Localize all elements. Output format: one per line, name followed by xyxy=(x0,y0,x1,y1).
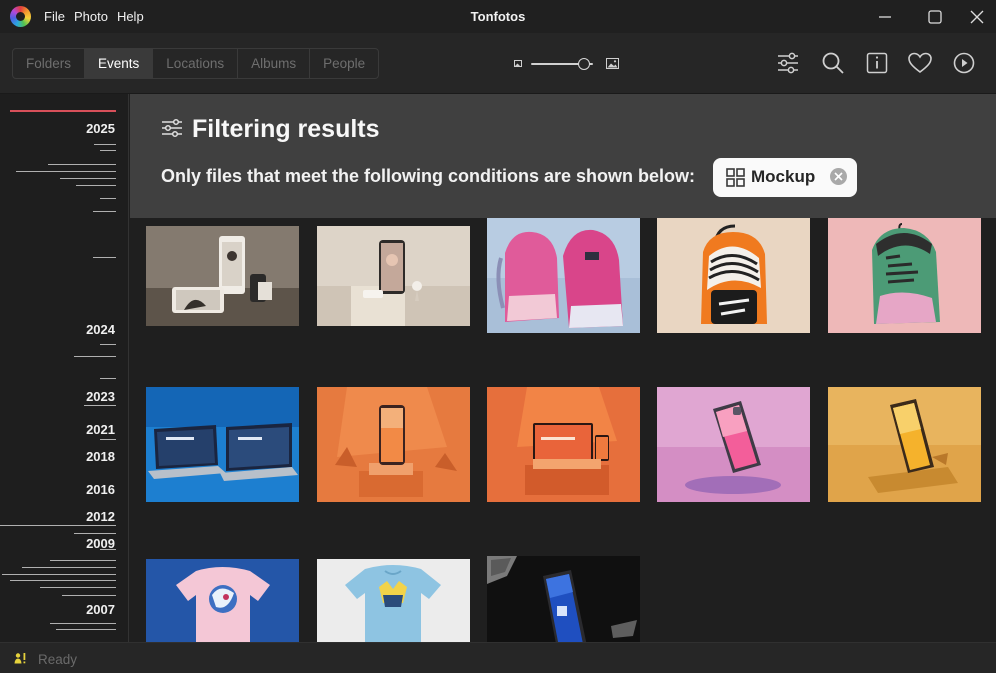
filter-panel: Filtering results Only files that meet t… xyxy=(130,94,996,218)
timeline-tick xyxy=(100,439,116,440)
photo-thumbnail[interactable] xyxy=(657,218,810,333)
info-button[interactable] xyxy=(863,49,891,77)
photo-thumbnail[interactable] xyxy=(317,387,470,502)
timeline-year-2007[interactable]: 2007 xyxy=(86,602,115,617)
timeline-tick xyxy=(2,574,116,575)
close-icon xyxy=(834,172,843,181)
timeline-year-2018[interactable]: 2018 xyxy=(86,449,115,464)
timeline-tick xyxy=(10,580,116,581)
slideshow-button[interactable] xyxy=(950,49,978,77)
photo-thumbnail[interactable] xyxy=(146,387,299,502)
timeline-tick xyxy=(22,567,116,568)
remove-filter-button[interactable] xyxy=(830,168,847,185)
timeline-tick xyxy=(50,560,116,561)
timeline-tick xyxy=(74,533,116,534)
sliders-icon xyxy=(162,118,182,138)
timeline-tick xyxy=(100,378,116,379)
filter-chip-mockup[interactable]: Mockup xyxy=(713,158,857,197)
photo-thumbnail[interactable] xyxy=(317,226,470,326)
timeline-year-2021[interactable]: 2021 xyxy=(86,422,115,437)
maximize-button[interactable] xyxy=(913,0,957,33)
timeline-scrubber[interactable]: 2025 2024 2023 2021 2018 2016 2012 2009 … xyxy=(0,94,129,642)
tab-folders[interactable]: Folders xyxy=(13,49,86,78)
sliders-icon xyxy=(778,52,798,74)
activity-indicator-icon xyxy=(14,653,26,664)
thumbnail-size-slider[interactable] xyxy=(514,57,620,71)
timeline-tick xyxy=(50,623,116,624)
photo-thumbnail[interactable] xyxy=(657,387,810,502)
photo-thumbnail[interactable] xyxy=(828,387,981,502)
search-icon xyxy=(822,52,844,74)
timeline-year-2012[interactable]: 2012 xyxy=(86,509,115,524)
status-bar: Ready xyxy=(0,642,996,673)
filter-chip-label: Mockup xyxy=(751,167,816,186)
toolbar: Folders Events Locations Albums People xyxy=(0,33,996,94)
timeline-tick xyxy=(74,356,116,357)
app-window: File Photo Help Tonfotos Folders Events … xyxy=(0,0,996,673)
timeline-year-2016[interactable]: 2016 xyxy=(86,482,115,497)
timeline-tick xyxy=(93,211,116,212)
tab-events[interactable]: Events xyxy=(85,49,154,78)
slider-handle[interactable] xyxy=(577,58,590,70)
timeline-tick xyxy=(40,587,116,588)
timeline-tick xyxy=(100,150,116,151)
maximize-icon xyxy=(928,9,942,24)
timeline-tick xyxy=(93,257,116,258)
timeline-year-2024[interactable]: 2024 xyxy=(86,322,115,337)
large-image-icon xyxy=(606,58,619,69)
view-tabs: Folders Events Locations Albums People xyxy=(12,48,380,79)
info-icon xyxy=(866,52,888,74)
timeline-tick xyxy=(100,198,116,199)
timeline-tick xyxy=(84,405,116,406)
search-button[interactable] xyxy=(819,49,847,77)
filter-title: Filtering results xyxy=(192,115,380,143)
tab-locations[interactable]: Locations xyxy=(153,49,239,78)
close-icon xyxy=(970,10,984,23)
app-logo-icon xyxy=(10,6,31,27)
photo-thumbnail[interactable] xyxy=(146,559,299,642)
menu-help[interactable]: Help xyxy=(117,9,144,24)
tab-albums[interactable]: Albums xyxy=(238,49,311,78)
favorites-button[interactable] xyxy=(906,49,934,77)
photo-thumbnail[interactable] xyxy=(487,218,640,333)
photo-thumbnail[interactable] xyxy=(487,556,640,642)
close-button[interactable] xyxy=(955,0,996,33)
photo-thumbnail[interactable] xyxy=(828,218,981,333)
minimize-icon xyxy=(879,15,891,18)
title-bar: File Photo Help Tonfotos xyxy=(0,0,996,33)
photo-thumbnail[interactable] xyxy=(487,387,640,502)
photo-grid xyxy=(130,218,996,642)
timeline-tick xyxy=(16,171,116,172)
timeline-tick xyxy=(62,595,116,596)
timeline-tick xyxy=(94,144,116,145)
timeline-tick xyxy=(76,185,116,186)
status-text: Ready xyxy=(38,652,78,667)
tab-people[interactable]: People xyxy=(310,49,378,78)
minimize-button[interactable] xyxy=(863,0,907,33)
timeline-tick xyxy=(48,164,116,165)
play-icon xyxy=(953,52,975,74)
timeline-year-2009[interactable]: 2009 xyxy=(86,536,115,551)
filter-button[interactable] xyxy=(774,49,802,77)
small-image-icon xyxy=(514,60,522,67)
timeline-tick xyxy=(0,525,116,526)
timeline-tick xyxy=(56,629,116,630)
menu-photo[interactable]: Photo xyxy=(74,9,108,24)
photo-thumbnail[interactable] xyxy=(146,226,299,326)
photo-thumbnail[interactable] xyxy=(317,559,470,642)
filter-description: Only files that meet the following condi… xyxy=(161,166,696,186)
heart-icon xyxy=(908,52,932,74)
menu-bar: File Photo Help xyxy=(44,9,153,24)
timeline-tick xyxy=(100,344,116,345)
timeline-year-2025[interactable]: 2025 xyxy=(86,121,115,136)
menu-file[interactable]: File xyxy=(44,9,65,24)
timeline-tick xyxy=(60,178,116,179)
timeline-position-marker xyxy=(10,110,116,112)
album-grid-icon xyxy=(726,168,745,187)
timeline-year-2023[interactable]: 2023 xyxy=(86,389,115,404)
